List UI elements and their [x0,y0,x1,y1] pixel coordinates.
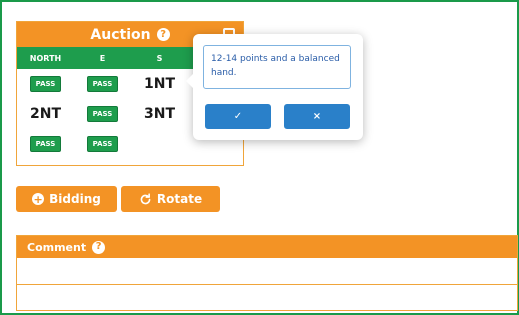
popover-arrow [186,74,193,88]
bid-row: PASS PASS [17,129,188,159]
bid-row: PASS PASS 1NT [17,69,188,99]
bid-grid: PASS PASS 1NT 2NT PASS 3NT PASS PASS [17,69,188,159]
bid-call[interactable]: 2NT [30,106,61,122]
explanation-textarea[interactable]: 12-14 points and a balanced hand. [203,45,351,89]
help-icon[interactable]: ? [92,240,106,254]
comment-field[interactable] [17,258,517,284]
cancel-button[interactable]: × [284,104,350,129]
divider [17,284,517,285]
explanation-popover: 12-14 points and a balanced hand. ✓ × [186,34,363,140]
pass-badge[interactable]: PASS [29,76,62,92]
help-icon[interactable]: ? [156,28,170,41]
pass-badge[interactable]: PASS [29,136,62,152]
app-frame: Auction ? NORTH E S PASS PASS 1NT 2NT PA… [0,0,519,315]
rotate-icon [140,192,151,204]
pass-badge[interactable]: PASS [86,136,119,152]
bid-call[interactable]: 1NT [144,76,175,92]
pass-badge[interactable]: PASS [86,106,119,122]
bid-call[interactable]: 3NT [144,106,175,122]
pass-badge[interactable]: PASS [86,76,119,92]
comment-title: Comment [27,240,87,254]
bidding-label: Bidding [49,192,101,206]
direction-east: E [99,53,106,63]
auction-title: Auction [90,26,151,43]
comment-panel: Comment ? [16,235,518,311]
direction-south: S [156,53,163,63]
rotate-label: Rotate [156,192,203,206]
bid-row: 2NT PASS 3NT [17,99,188,129]
bidding-button[interactable]: + Bidding [16,186,117,212]
comment-header: Comment ? [17,236,517,258]
rotate-button[interactable]: Rotate [121,186,220,212]
confirm-button[interactable]: ✓ [205,104,271,129]
check-icon: ✓ [233,111,243,122]
close-icon: × [312,111,322,122]
direction-north: NORTH [29,53,62,63]
plus-circle-icon: + [32,192,45,206]
